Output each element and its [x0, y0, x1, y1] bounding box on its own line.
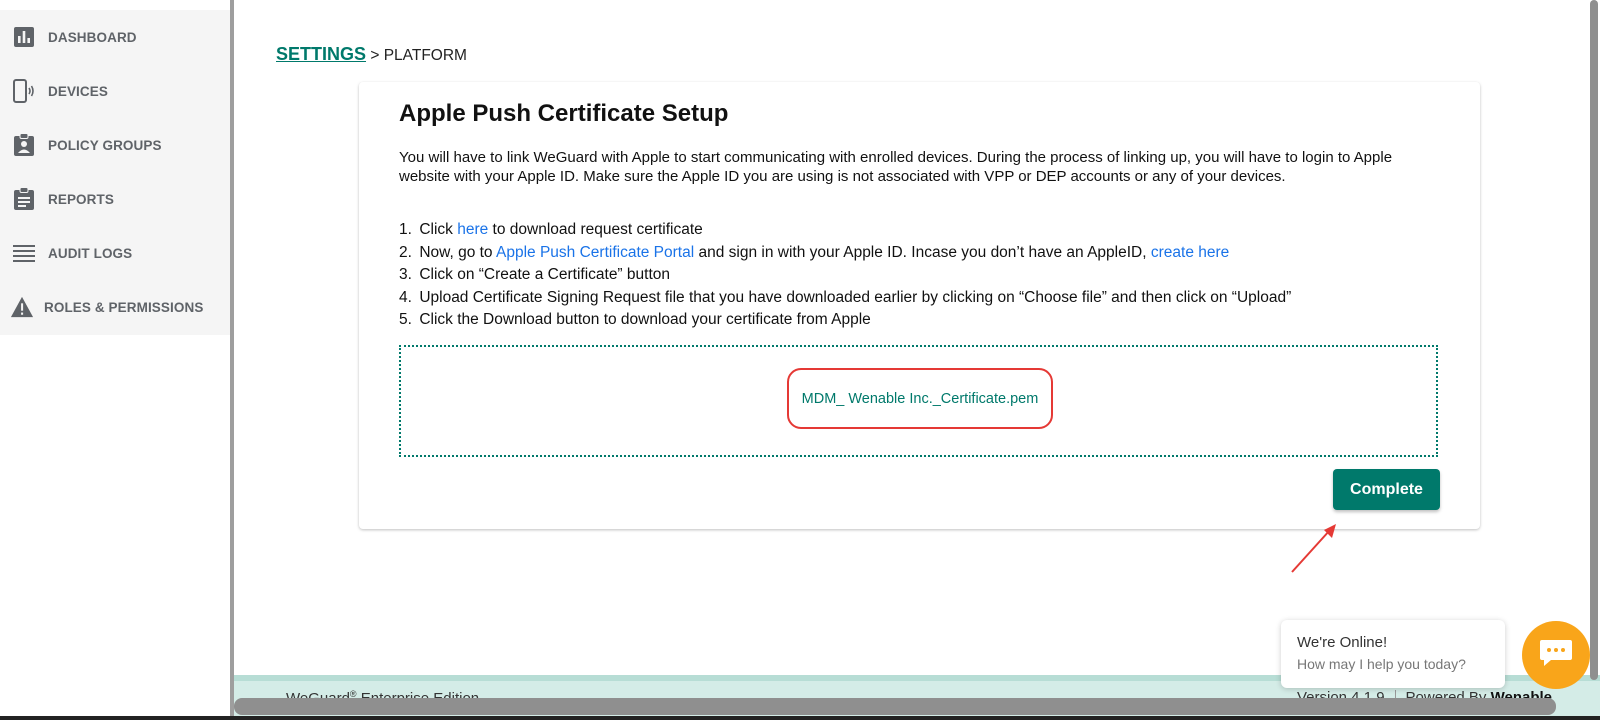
sidebar-item-label: REPORTS — [48, 191, 114, 207]
sidebar-item-policy-groups[interactable]: POLICY GROUPS — [0, 118, 230, 172]
sidebar-item-audit-logs[interactable]: AUDIT LOGS — [0, 226, 230, 280]
sidebar-item-dashboard[interactable]: DASHBOARD — [0, 10, 230, 64]
sidebar-menu: DASHBOARD DEVICES POLICY GROUPS REPORTS — [0, 10, 230, 335]
download-request-certificate-link[interactable]: here — [457, 221, 488, 238]
list-item: 1. Click here to download request certif… — [399, 221, 703, 238]
main-content: SETTINGS > PLATFORM Apple Push Certifica… — [234, 0, 1600, 720]
vertical-scrollbar[interactable] — [1590, 0, 1598, 680]
breadcrumb-separator: > — [370, 47, 380, 64]
chat-icon — [1539, 638, 1573, 673]
sidebar-item-reports[interactable]: REPORTS — [0, 172, 230, 226]
sidebar-item-label: DEVICES — [48, 83, 108, 99]
device-icon — [12, 79, 36, 103]
breadcrumb-settings-link[interactable]: SETTINGS — [276, 44, 366, 64]
sidebar-item-label: ROLES & PERMISSIONS — [44, 299, 204, 315]
list-item: 5. Click the Download button to download… — [399, 311, 871, 328]
list-lines-icon — [12, 241, 36, 265]
annotation-arrow — [1291, 524, 1336, 573]
breadcrumb: SETTINGS > PLATFORM — [276, 44, 467, 65]
setup-steps-list: 1. Click here to download request certif… — [399, 219, 1439, 332]
breadcrumb-current: PLATFORM — [383, 47, 467, 64]
list-item: 4. Upload Certificate Signing Request fi… — [399, 288, 1292, 306]
uploaded-file-highlight: MDM_ Wenable Inc._Certificate.pem — [787, 368, 1053, 429]
clipboard-user-icon — [12, 133, 36, 157]
sidebar-item-label: DASHBOARD — [48, 29, 137, 45]
complete-button[interactable]: Complete — [1333, 469, 1440, 510]
chat-bubble[interactable]: We're Online! How may I help you today? — [1281, 620, 1505, 688]
page-title: Apple Push Certificate Setup — [399, 100, 729, 127]
sidebar-item-devices[interactable]: DEVICES — [0, 64, 230, 118]
chat-launcher-button[interactable] — [1522, 621, 1590, 689]
bar-chart-icon — [12, 25, 36, 49]
sidebar: DASHBOARD DEVICES POLICY GROUPS REPORTS — [0, 0, 230, 720]
clipboard-list-icon — [12, 187, 36, 211]
list-item: 2. Now, go to Apple Push Certificate Por… — [399, 243, 1230, 261]
window-bottom-edge — [0, 716, 1600, 720]
list-item: 3. Click on “Create a Certificate” butto… — [399, 266, 670, 283]
sidebar-item-label: POLICY GROUPS — [48, 137, 162, 153]
sidebar-item-roles-permissions[interactable]: ROLES & PERMISSIONS — [0, 280, 230, 334]
chat-subtitle: How may I help you today? — [1297, 656, 1466, 672]
chat-title: We're Online! — [1297, 634, 1388, 651]
setup-description: You will have to link WeGuard with Apple… — [399, 149, 1393, 185]
warning-icon — [10, 295, 34, 319]
sidebar-item-label: AUDIT LOGS — [48, 245, 133, 261]
app-window: DASHBOARD DEVICES POLICY GROUPS REPORTS — [0, 0, 1600, 720]
apple-push-portal-link[interactable]: Apple Push Certificate Portal — [496, 244, 694, 261]
horizontal-scrollbar[interactable] — [234, 698, 1556, 715]
uploaded-file-name[interactable]: MDM_ Wenable Inc._Certificate.pem — [802, 391, 1039, 407]
create-apple-id-link[interactable]: create here — [1151, 244, 1229, 261]
certificate-upload-dropzone[interactable]: MDM_ Wenable Inc._Certificate.pem — [399, 345, 1438, 457]
apple-push-certificate-card: Apple Push Certificate Setup You will ha… — [359, 82, 1480, 529]
